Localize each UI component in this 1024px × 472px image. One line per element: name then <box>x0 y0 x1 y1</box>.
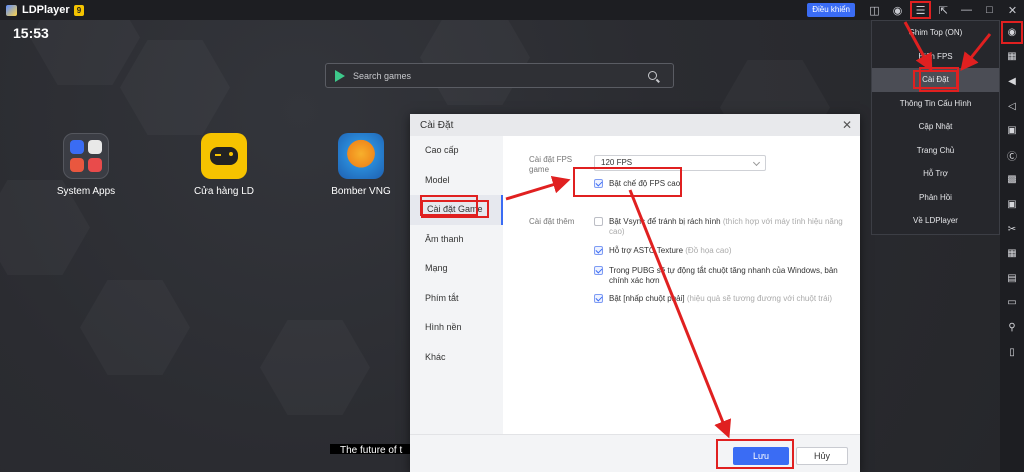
sidebar-item-network[interactable]: Mạng <box>410 254 503 284</box>
option-label: Bật Vsync để tránh bị rách hình (thích h… <box>609 217 843 236</box>
extra-settings-label: Cài đặt thêm <box>529 217 575 226</box>
google-play-icon <box>335 69 345 82</box>
search-placeholder: Search games <box>353 70 412 81</box>
app-ld-store[interactable]: Cửa hàng LD <box>174 133 274 197</box>
cancel-button[interactable]: Hủy <box>796 447 848 465</box>
title-bar: LDPlayer 9 Điều khiển ◫ ◉ ☰ ⇱ — □ ✕ <box>0 0 1024 20</box>
bomber-vng-icon <box>338 133 384 179</box>
sidebar-item-model[interactable]: Model <box>410 166 503 196</box>
menu-item-label: Thông Tin Cấu Hình <box>899 98 972 108</box>
search-icon[interactable] <box>648 71 657 80</box>
expand-icon[interactable]: ⇱ <box>932 0 955 20</box>
app-bomber-vng[interactable]: Bomber VNG <box>311 133 411 197</box>
sidebar-item-label: Mạng <box>425 263 448 273</box>
right-click-option[interactable]: Bật [nhấp chuột phải] (hiệu quả sẽ tương… <box>594 294 854 304</box>
highlight-settings-menu <box>919 67 959 92</box>
astc-option[interactable]: Hỗ trợ ASTC Texture (Đồ họa cao) <box>594 246 854 256</box>
menu-item-label: Phản Hồi <box>919 192 952 202</box>
maximize-icon[interactable]: □ <box>978 0 1001 20</box>
right-toolbar: ◉ ▦ ◀ ◁ ▣ Ⓒ ▩ ▣ ✂ ▦ ▤ ▭ ⚲ ▯ <box>1000 20 1024 472</box>
menu-item-home[interactable]: Trang Chủ <box>872 139 999 163</box>
right-click-checkbox[interactable] <box>594 294 603 303</box>
menu-item-label: Ghim Top (ON) <box>908 28 963 37</box>
highlight-save-button <box>716 439 794 469</box>
app-name: LDPlayer <box>22 4 70 16</box>
sidebar-item-label: Cao cấp <box>425 145 459 155</box>
multi-instance-icon[interactable]: ▤ <box>1000 266 1024 291</box>
menu-item-show-fps[interactable]: Hiện FPS <box>872 45 999 69</box>
sidebar-item-other[interactable]: Khác <box>410 343 503 373</box>
dialog-header: Cài Đặt ✕ <box>410 114 860 136</box>
menu-item-feedback[interactable]: Phản Hồi <box>872 186 999 210</box>
ldplayer-logo-icon <box>6 4 17 16</box>
app-label: System Apps <box>56 186 116 197</box>
menu-item-pin-top[interactable]: Ghim Top (ON) <box>872 21 999 45</box>
sync-icon[interactable]: ▦ <box>1000 241 1024 266</box>
vsync-option[interactable]: Bật Vsync để tránh bị rách hình (thích h… <box>594 217 854 237</box>
background-hexagon <box>80 280 190 375</box>
sidebar-item-audio[interactable]: Âm thanh <box>410 225 503 255</box>
background-hexagon <box>260 320 370 415</box>
app-label: Cửa hàng LD <box>193 186 255 197</box>
menu-item-label: Cập Nhật <box>918 122 953 131</box>
apk-install-icon[interactable]: ▩ <box>1000 168 1024 193</box>
highlight-game-settings-tab <box>420 195 478 216</box>
menu-item-label: Hiện FPS <box>918 51 953 61</box>
gamepad-icon[interactable]: ◫ <box>863 0 886 20</box>
background-hexagon <box>120 40 230 135</box>
menu-item-update[interactable]: Cập Nhật <box>872 115 999 139</box>
sidebar-item-label: Hình nền <box>425 322 462 332</box>
dialog-title: Cài Đặt <box>420 119 454 131</box>
menu-item-support[interactable]: Hỗ Trợ <box>872 162 999 186</box>
pubg-mouse-option[interactable]: Trong PUBG sẽ tự động tắt chuột tăng nha… <box>594 266 844 286</box>
settings-sidebar: Cao cấp Model Cài đặt Game Âm thanh Mạng… <box>410 136 503 434</box>
volume-up-icon[interactable]: ◀ <box>1000 69 1024 94</box>
menu-item-config-info[interactable]: Thông Tin Cấu Hình <box>872 92 999 116</box>
search-bar[interactable]: Search games <box>325 63 674 88</box>
account-icon[interactable]: ◉ <box>886 0 909 20</box>
main-menu-dropdown: Ghim Top (ON) Hiện FPS Cài Đặt Thông Tin… <box>871 20 1000 235</box>
folder-icon[interactable]: ▭ <box>1000 291 1024 316</box>
app-label: Bomber VNG <box>331 186 391 197</box>
menu-item-label: Về LDPlayer <box>913 216 958 225</box>
shake-icon[interactable]: ▯ <box>1000 340 1024 365</box>
option-label: Bật [nhấp chuột phải] (hiệu quả sẽ tương… <box>609 294 833 303</box>
option-label: Trong PUBG sẽ tự động tắt chuột tăng nha… <box>609 266 838 285</box>
highlight-high-fps <box>573 167 682 197</box>
sidebar-item-shortcuts[interactable]: Phím tắt <box>410 284 503 314</box>
control-button[interactable]: Điều khiển <box>807 3 855 17</box>
sidebar-item-label: Âm thanh <box>425 233 464 244</box>
system-apps-icon <box>63 133 109 179</box>
dialog-close-icon[interactable]: ✕ <box>842 118 852 132</box>
location-icon[interactable]: ⚲ <box>1000 315 1024 340</box>
menu-item-about[interactable]: Về LDPlayer <box>872 209 999 233</box>
app-system-apps[interactable]: System Apps <box>36 133 136 197</box>
settings-circle-icon[interactable]: ◉ <box>1000 20 1024 45</box>
ld-store-icon <box>201 133 247 179</box>
vsync-checkbox[interactable] <box>594 217 603 226</box>
keyboard-icon[interactable]: ▦ <box>1000 45 1024 70</box>
menu-item-label: Hỗ Trợ <box>923 169 948 178</box>
menu-icon[interactable]: ☰ <box>909 0 932 20</box>
clock: 15:53 <box>13 25 49 41</box>
volume-down-icon[interactable]: ◁ <box>1000 94 1024 119</box>
astc-checkbox[interactable] <box>594 246 603 255</box>
pubg-mouse-checkbox[interactable] <box>594 266 603 275</box>
sidebar-item-label: Model <box>425 174 450 185</box>
operation-record-icon[interactable]: Ⓒ <box>1000 143 1024 168</box>
menu-item-label: Trang Chủ <box>916 145 955 155</box>
close-icon[interactable]: ✕ <box>1001 0 1024 20</box>
sidebar-item-advanced[interactable]: Cao cấp <box>410 136 503 166</box>
fullscreen-icon[interactable]: ▣ <box>1000 118 1024 143</box>
screenshot-icon[interactable]: ▣ <box>1000 192 1024 217</box>
title-bar-controls: Điều khiển ◫ ◉ ☰ ⇱ — □ ✕ <box>807 0 1024 20</box>
sidebar-item-wallpaper[interactable]: Hình nền <box>410 313 503 343</box>
minimize-icon[interactable]: — <box>955 0 978 20</box>
sidebar-item-label: Phím tắt <box>425 292 459 303</box>
sidebar-item-label: Khác <box>425 351 446 362</box>
option-label: Hỗ trợ ASTC Texture (Đồ họa cao) <box>609 246 732 255</box>
version-badge: 9 <box>73 4 85 16</box>
scissors-icon[interactable]: ✂ <box>1000 217 1024 242</box>
